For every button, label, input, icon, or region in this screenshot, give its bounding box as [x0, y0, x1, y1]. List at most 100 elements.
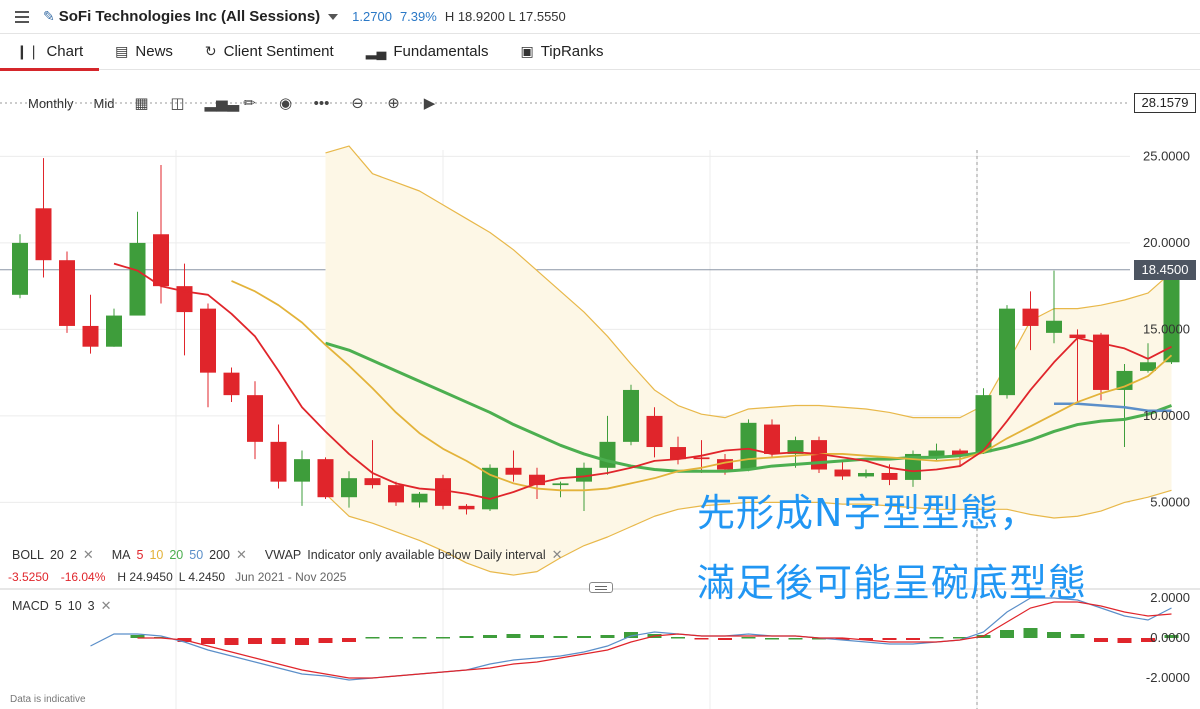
candle-body — [599, 441, 616, 468]
macd-label[interactable]: MACD — [12, 599, 49, 613]
pane-resize-handle[interactable] — [589, 582, 613, 593]
candle-body — [693, 457, 710, 460]
tab-chart[interactable]: ❙❘ Chart — [0, 34, 100, 71]
macd-histogram-bar — [459, 636, 474, 638]
bar-chart-icon: ▂▄ — [365, 43, 387, 59]
price-chart[interactable]: 25.000020.000015.000010.00005.00002.0000… — [0, 70, 1200, 709]
ma5-period: 5 — [136, 548, 144, 562]
vwap-label[interactable]: VWAP — [265, 548, 301, 562]
instrument-header: ✎ SoFi Technologies Inc (All Sessions) 1… — [0, 0, 1200, 34]
macd-histogram-bar — [318, 638, 333, 643]
candle-body — [153, 234, 169, 287]
candle-body — [1140, 362, 1156, 371]
ma20-period: 20 — [169, 548, 184, 562]
draw-pencil-icon[interactable]: ✏ — [240, 94, 258, 112]
menu-icon[interactable] — [15, 10, 31, 23]
zoom-in-icon[interactable]: ⊕ — [384, 94, 402, 112]
macd-signal: 3 — [87, 599, 95, 613]
macd-histogram-bar — [389, 637, 403, 639]
play-icon[interactable]: ▶ — [420, 94, 438, 112]
candle-body — [999, 308, 1015, 396]
range-low: L 4.2450 — [178, 570, 226, 584]
crosshair-price-tag: 28.1579 — [1134, 93, 1196, 113]
price-axis-label: 15.0000 — [1143, 321, 1190, 336]
macd-histogram-bar — [271, 638, 286, 644]
tab-news[interactable]: ▤ News — [99, 34, 189, 70]
tab-client-sentiment[interactable]: ↻ Client Sentiment — [189, 34, 350, 70]
interval-select[interactable]: Monthly — [28, 96, 74, 111]
price-type-select[interactable]: Mid — [94, 96, 115, 111]
candle-body — [1046, 320, 1062, 333]
macd-histogram-bar — [718, 638, 732, 640]
macd-signal-line — [137, 601, 1172, 679]
zoom-out-icon[interactable]: ⊖ — [348, 94, 366, 112]
macd-histogram-bar — [1070, 634, 1085, 638]
data-disclaimer: Data is indicative — [10, 694, 86, 705]
macd-histogram-bar — [694, 638, 709, 640]
close-icon[interactable]: ✕ — [83, 547, 94, 563]
candle-body — [247, 395, 263, 442]
tab-tipranks[interactable]: ▣ TipRanks — [504, 34, 619, 70]
macd-histogram-bar — [224, 638, 239, 645]
candle-body — [82, 325, 99, 347]
tab-fundamentals[interactable]: ▂▄ Fundamentals — [350, 34, 505, 70]
macd-histogram-bar — [342, 638, 356, 642]
macd-histogram-bar — [295, 638, 309, 645]
candle-body — [764, 424, 780, 454]
candle-body — [12, 242, 28, 295]
macd-histogram-bar — [436, 637, 450, 639]
tipranks-icon: ▣ — [520, 43, 534, 59]
chevron-down-icon[interactable] — [328, 13, 339, 20]
macd-histogram-bar — [1047, 632, 1061, 638]
macd-histogram-bar — [671, 637, 685, 639]
ma200-period: 200 — [209, 548, 231, 562]
candle-body — [411, 493, 428, 503]
calendar-icon[interactable]: ▦ — [132, 94, 150, 112]
macd-histogram-bar — [248, 638, 262, 644]
macd-histogram-bar — [1000, 630, 1014, 638]
tab-label: TipRanks — [540, 43, 604, 60]
macd-histogram-bar — [1117, 638, 1132, 643]
more-icon[interactable]: ••• — [312, 95, 330, 112]
candle-body — [223, 372, 240, 396]
candle-body — [623, 389, 639, 442]
macd-axis-label: 2.0000 — [1150, 590, 1190, 605]
candle-body — [270, 441, 287, 482]
chart-type-icon[interactable]: ◫ — [168, 94, 186, 112]
price-axis-label: 20.0000 — [1143, 235, 1190, 250]
boll-label[interactable]: BOLL — [12, 548, 44, 562]
annotation-line-1: 先形成N字型型態， — [697, 491, 1039, 535]
sentiment-icon: ↻ — [204, 43, 217, 59]
range-dates: Jun 2021 - Nov 2025 — [235, 570, 347, 584]
macd-histogram-bar — [1094, 638, 1108, 642]
candle-body — [646, 415, 663, 448]
pencil-icon[interactable]: ✎ — [43, 8, 55, 25]
ma-label[interactable]: MA — [112, 548, 131, 562]
instrument-title[interactable]: SoFi Technologies Inc (All Sessions) — [59, 8, 320, 25]
last-price-tag: 18.4500 — [1134, 260, 1196, 280]
candle-body — [35, 208, 52, 261]
eye-icon[interactable]: ◉ — [276, 94, 294, 112]
candle-body — [1163, 269, 1180, 363]
macd-histogram-bar — [412, 637, 427, 639]
high-low: H 18.9200 L 17.5550 — [444, 9, 566, 24]
close-icon[interactable]: ✕ — [552, 547, 563, 563]
boll-stddev: 2 — [69, 548, 77, 562]
price-axis-label: 10.0000 — [1143, 408, 1190, 423]
macd-histogram-bar — [788, 638, 803, 640]
range-stats: -3.5250 -16.04% H 24.9450 L 4.2450 Jun 2… — [8, 570, 352, 584]
tab-label: News — [135, 43, 173, 60]
price-change-pct: 7.39% — [399, 9, 437, 24]
macd-histogram-bar — [506, 634, 521, 638]
close-icon[interactable]: ✕ — [236, 547, 247, 563]
candle-body — [388, 485, 404, 503]
candle-body — [834, 469, 851, 477]
ma50-period: 50 — [189, 548, 204, 562]
close-icon[interactable]: ✕ — [101, 598, 112, 614]
candle-body — [458, 505, 475, 510]
macd-histogram-bar — [882, 638, 897, 640]
candle-body — [505, 467, 522, 475]
macd-histogram-bar — [600, 635, 615, 638]
tab-label: Client Sentiment — [223, 43, 334, 60]
indicators-icon[interactable]: ▂▅▃ — [204, 94, 239, 112]
